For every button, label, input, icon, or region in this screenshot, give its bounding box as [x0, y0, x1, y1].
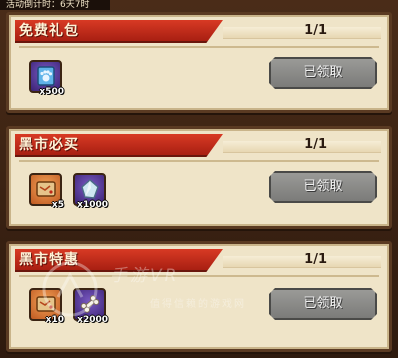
cat-paw-card-icon	[37, 66, 55, 86]
section-title: 免费礼包	[19, 23, 79, 39]
reward-item-scroll-map[interactable]: x5	[29, 173, 64, 210]
reward-item-bone[interactable]: x2000	[73, 288, 108, 325]
gift-card-free: 免费礼包 1/1 x500 已领取	[6, 12, 392, 113]
reward-item-cat-paw-card[interactable]: x500	[29, 60, 64, 97]
purchase-count: 1/1	[304, 252, 327, 267]
claimed-button[interactable]: 已领取	[269, 171, 377, 203]
bone-icon	[80, 295, 100, 313]
gift-card-black-market-must-buy: 黑市必买 1/1 x5 x1000 已领取	[6, 126, 392, 229]
purchase-count: 1/1	[304, 137, 327, 152]
section-header-strip	[223, 141, 381, 153]
reward-quantity: x5	[51, 200, 64, 210]
claimed-button[interactable]: 已领取	[269, 57, 377, 89]
event-countdown: 活动倒计时：6天7时	[0, 0, 110, 10]
scroll-map-icon	[36, 181, 56, 197]
section-title: 黑市必买	[19, 137, 79, 153]
claimed-button[interactable]: 已领取	[269, 288, 377, 320]
reward-quantity: x1000	[77, 200, 108, 210]
reward-quantity: x10	[45, 315, 64, 325]
reward-quantity: x500	[39, 87, 64, 97]
section-divider	[19, 275, 379, 277]
section-divider	[19, 46, 379, 48]
reward-quantity: x2000	[77, 315, 108, 325]
gift-card-black-market-special: 黑市特惠 1/1 x10 x2000 已领取	[6, 241, 392, 352]
crystal-shard-icon	[81, 179, 99, 199]
section-divider	[19, 160, 379, 162]
section-header-strip	[223, 27, 381, 39]
scroll-map-icon	[36, 296, 56, 312]
section-title: 黑市特惠	[19, 252, 79, 268]
reward-item-scroll-map[interactable]: x10	[29, 288, 64, 325]
gift-pack-panel: 活动倒计时：6天7时 免费礼包 1/1 x500 已领取 黑市必买 1/1 x5…	[0, 0, 398, 358]
section-header-strip	[223, 256, 381, 268]
reward-item-crystal-shard[interactable]: x1000	[73, 173, 108, 210]
purchase-count: 1/1	[304, 23, 327, 38]
